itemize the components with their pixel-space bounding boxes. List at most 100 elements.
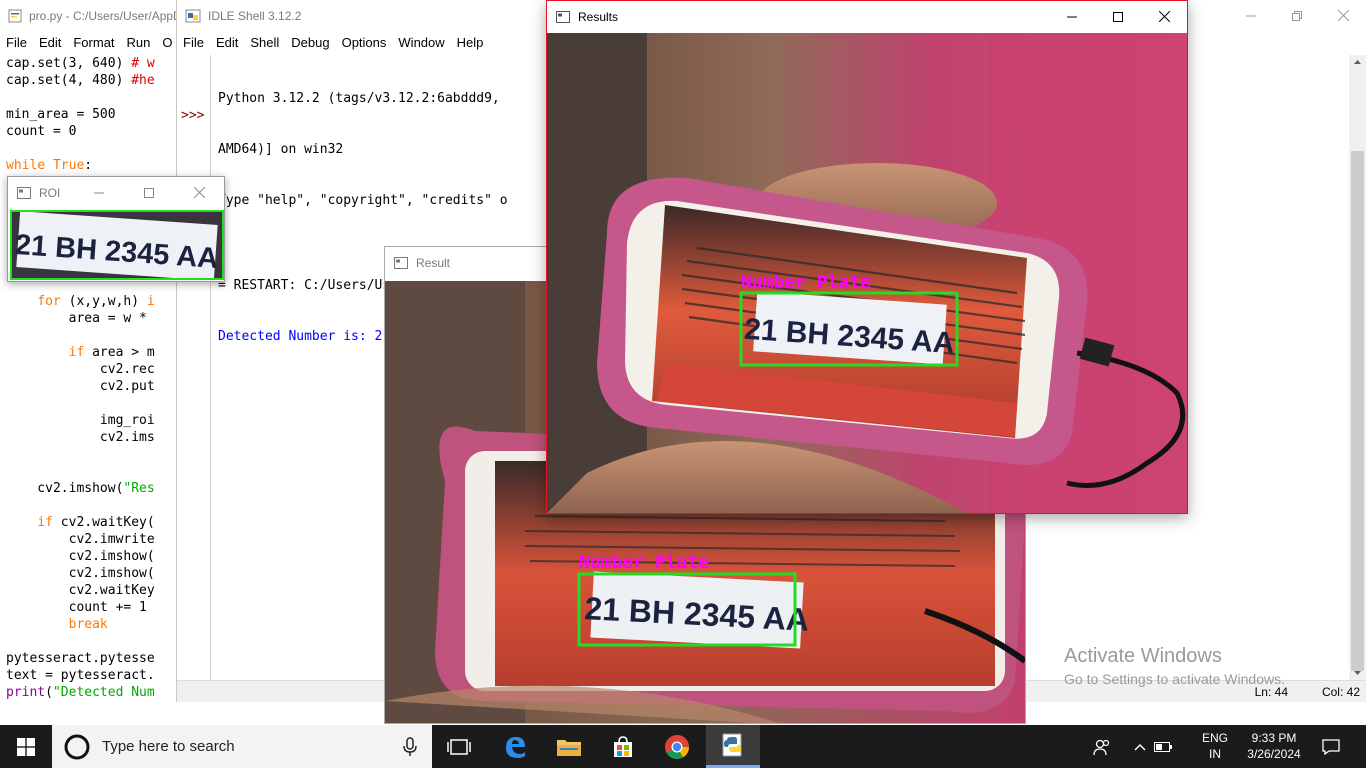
editor-menu-file[interactable]: File: [0, 35, 33, 50]
code-token: cv2.put: [6, 379, 155, 394]
opencv-window-icon: [555, 10, 571, 24]
editor-menu-edit[interactable]: Edit: [33, 35, 67, 50]
people-button[interactable]: [1086, 725, 1118, 768]
battery-icon: [1154, 741, 1172, 752]
code-token: pytesseract.pytesse: [6, 651, 155, 666]
results-camera-frame: 21 BH 2345 AA Number Plate: [547, 33, 1187, 513]
scrollbar-thumb[interactable]: [1351, 151, 1364, 671]
code-token: break: [68, 617, 108, 632]
editor-menu-format[interactable]: Format: [67, 35, 120, 50]
code-line: cv2.imshow(: [6, 565, 155, 582]
scroll-up-arrow-icon[interactable]: [1349, 55, 1366, 69]
results-window[interactable]: Results 21 BH 2345 AA Number Plate: [546, 0, 1188, 514]
clock-date: 3/26/2024: [1247, 747, 1301, 761]
code-token: area = w *: [6, 311, 147, 326]
code-line: cap.set(4, 480) #he: [6, 72, 155, 89]
taskbar-file-explorer-button[interactable]: [542, 725, 596, 768]
task-view-button[interactable]: [432, 725, 486, 768]
maximize-icon[interactable]: [1095, 1, 1141, 32]
taskbar-clock[interactable]: 9:33 PM 3/26/2024: [1236, 730, 1312, 762]
clock-time: 9:33 PM: [1251, 731, 1297, 745]
code-token: for: [37, 294, 61, 309]
editor-titlebar[interactable]: pro.py - C:/Users/User/AppD: [0, 0, 180, 31]
battery-button[interactable]: [1152, 725, 1174, 768]
maximize-icon[interactable]: [124, 177, 174, 208]
taskbar-store-button[interactable]: [596, 725, 650, 768]
code-token: cv2.rec: [6, 362, 155, 377]
windows-logo-icon: [17, 737, 35, 756]
python-file-icon: [8, 9, 22, 23]
code-line: break: [6, 616, 155, 633]
taskbar: Type here to search ENG IN 9:33 PM 3/26/…: [0, 725, 1366, 768]
code-token: cv2.ims: [6, 430, 155, 445]
restore-icon[interactable]: [1274, 0, 1320, 31]
code-token: count = 0: [6, 124, 77, 139]
code-token: if: [68, 345, 85, 360]
people-icon: [1093, 739, 1110, 755]
minimize-icon[interactable]: [1049, 1, 1095, 32]
shell-menu-edit[interactable]: Edit: [210, 35, 244, 50]
code-token: print: [6, 685, 46, 700]
code-token: img_roi: [6, 413, 155, 428]
notification-icon: [1322, 738, 1340, 755]
shell-menu-shell[interactable]: Shell: [244, 35, 285, 50]
code-line: min_area = 500: [6, 106, 155, 123]
code-line: cap.set(3, 640) # w: [6, 55, 155, 72]
code-line: cv2.imshow(: [6, 548, 155, 565]
shell-menu-help[interactable]: Help: [451, 35, 490, 50]
shell-prompt: >>>: [181, 108, 205, 123]
cortana-icon: [64, 734, 90, 759]
roi-titlebar[interactable]: ROI: [8, 177, 224, 208]
shell-menu-file[interactable]: File: [177, 35, 210, 50]
code-line: if cv2.waitKey(: [6, 514, 155, 531]
scroll-down-arrow-icon[interactable]: [1349, 666, 1366, 680]
roi-window-controls: [74, 177, 224, 208]
code-token: text = pytesseract.: [6, 668, 155, 683]
folder-icon: [557, 739, 581, 756]
code-line: cv2.imwrite: [6, 531, 155, 548]
shell-scrollbar[interactable]: [1349, 55, 1366, 680]
code-token: count += 1: [6, 600, 147, 615]
activate-windows-title: Activate Windows: [1064, 645, 1222, 667]
roi-window[interactable]: ROI 21 BH 2345 AA: [7, 176, 225, 282]
code-token: cap.set(3, 640): [6, 56, 132, 71]
taskbar-search-box[interactable]: Type here to search: [52, 725, 432, 768]
code-token: min_area = 500: [6, 107, 116, 122]
close-icon[interactable]: [1141, 1, 1187, 32]
close-icon[interactable]: [1320, 0, 1366, 31]
shell-menu-debug[interactable]: Debug: [285, 35, 335, 50]
code-line: area = w *: [6, 310, 155, 327]
shell-line: Type "help", "copyright", "credits" o: [218, 193, 508, 208]
start-button[interactable]: [0, 725, 52, 768]
shell-prompt-gutter: [177, 55, 211, 702]
opencv-window-icon: [16, 186, 32, 200]
shell-menu-window[interactable]: Window: [392, 35, 450, 50]
taskbar-edge-button[interactable]: [488, 725, 542, 768]
roi-plate-crop: 21 BH 2345 AA: [10, 210, 224, 281]
minimize-icon[interactable]: [1228, 0, 1274, 31]
code-token: #he: [131, 73, 155, 88]
code-token: cv2.waitKey: [6, 583, 155, 598]
shell-menu-options[interactable]: Options: [336, 35, 393, 50]
chevron-up-icon: [1134, 743, 1146, 750]
editor-menu-run[interactable]: Run: [121, 35, 157, 50]
editor-code-area[interactable]: cap.set(3, 640) # w cap.set(4, 480) #he m…: [6, 55, 155, 701]
editor-window[interactable]: pro.py - C:/Users/User/AppD File Edit Fo…: [0, 0, 180, 702]
code-line: count = 0: [6, 123, 155, 140]
microphone-icon[interactable]: [402, 737, 418, 757]
roi-title: ROI: [39, 185, 61, 200]
input-language-indicator[interactable]: ENG IN: [1196, 730, 1234, 762]
results-titlebar[interactable]: Results: [547, 1, 1187, 32]
action-center-button[interactable]: [1316, 725, 1346, 768]
minimize-icon[interactable]: [74, 177, 124, 208]
show-hidden-icons-button[interactable]: [1128, 725, 1152, 768]
close-icon[interactable]: [174, 177, 224, 208]
taskbar-chrome-button[interactable]: [650, 725, 704, 768]
taskbar-python-idle-button[interactable]: [706, 725, 760, 768]
code-token: area > m: [84, 345, 155, 360]
